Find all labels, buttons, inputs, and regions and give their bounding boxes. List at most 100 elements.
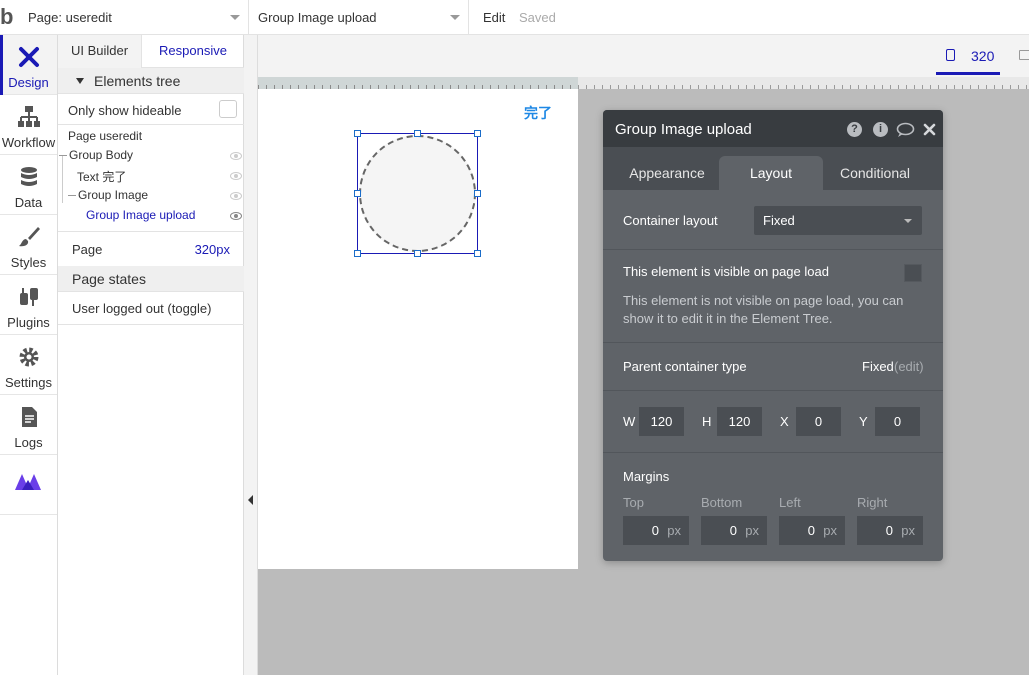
resize-handle[interactable] bbox=[474, 250, 481, 257]
resize-handle[interactable] bbox=[354, 190, 361, 197]
nav-styles[interactable]: Styles bbox=[0, 215, 57, 275]
nav-data[interactable]: Data bbox=[0, 155, 57, 215]
eye-icon[interactable] bbox=[230, 172, 242, 180]
page-selector[interactable]: Page: useredit bbox=[20, 0, 249, 35]
help-icon[interactable]: ? bbox=[847, 122, 862, 137]
resize-handle[interactable] bbox=[474, 190, 481, 197]
nav-design-label: Design bbox=[8, 75, 49, 90]
margins-label: Margins bbox=[623, 469, 670, 484]
tree-connector bbox=[62, 155, 63, 203]
margin-top-label: Top bbox=[623, 495, 644, 510]
close-icon[interactable] bbox=[923, 123, 936, 136]
container-layout-row: Container layout Fixed bbox=[603, 190, 943, 250]
x-input[interactable]: 0 bbox=[796, 407, 841, 436]
resize-handle[interactable] bbox=[414, 250, 421, 257]
x-label: X bbox=[780, 414, 789, 429]
margins-section: Margins Top Bottom Left Right 0 px 0 px … bbox=[603, 453, 943, 561]
tree-item-group-image-upload[interactable]: Group Image upload bbox=[86, 208, 195, 222]
element-selector-label: Group Image upload bbox=[258, 10, 377, 25]
edit-menu[interactable]: Edit bbox=[483, 10, 505, 25]
elements-tree-header[interactable]: Elements tree bbox=[58, 68, 244, 94]
gear-icon bbox=[19, 347, 39, 367]
page-ruler-segment bbox=[258, 77, 578, 89]
resize-handle[interactable] bbox=[414, 130, 421, 137]
tree-item-page[interactable]: Page useredit bbox=[68, 129, 142, 143]
page-selector-label: Page: useredit bbox=[28, 10, 112, 25]
tab-conditional[interactable]: Conditional bbox=[823, 156, 927, 190]
elements-panel: UI Builder Responsive Elements tree Only… bbox=[58, 35, 244, 675]
nav-logo[interactable] bbox=[0, 455, 57, 515]
height-input[interactable]: 120 bbox=[717, 407, 762, 436]
only-show-hideable-label: Only show hideable bbox=[68, 103, 182, 118]
chevron-down-icon bbox=[230, 15, 240, 20]
resize-handle[interactable] bbox=[354, 130, 361, 137]
margin-top-input[interactable]: 0 px bbox=[623, 516, 689, 545]
tree-item-group-body[interactable]: Group Body bbox=[69, 148, 133, 162]
tree-item-text[interactable]: Text 完了 bbox=[77, 168, 126, 185]
resize-handle[interactable] bbox=[354, 250, 361, 257]
width-label: W bbox=[623, 414, 636, 429]
save-status: Saved bbox=[519, 10, 556, 25]
workflow-icon bbox=[18, 106, 40, 127]
bubble-logo: b bbox=[0, 4, 14, 29]
page-state-label: User logged out (toggle) bbox=[72, 301, 212, 316]
device-width-tab[interactable]: 320 bbox=[936, 35, 1000, 75]
tab-appearance[interactable]: Appearance bbox=[615, 156, 719, 190]
nav-settings-label: Settings bbox=[5, 375, 52, 390]
eye-icon[interactable] bbox=[230, 192, 242, 200]
done-text-element[interactable]: 完了 bbox=[524, 103, 552, 123]
page-width-value[interactable]: 320px bbox=[195, 242, 230, 257]
page-states-header: Page states bbox=[58, 266, 244, 292]
tree-item-group-image[interactable]: Group Image bbox=[78, 188, 148, 202]
eye-icon[interactable] bbox=[230, 152, 242, 160]
only-show-hideable-checkbox[interactable] bbox=[219, 100, 237, 118]
margin-left-input[interactable]: 0 px bbox=[779, 516, 845, 545]
margin-left-value: 0 bbox=[807, 523, 815, 538]
nav-design[interactable]: Design bbox=[0, 35, 57, 95]
parent-type-value: Fixed bbox=[862, 359, 894, 374]
property-editor-tabs: Appearance Layout Conditional bbox=[603, 147, 943, 190]
property-editor-header[interactable]: Group Image upload ? i bbox=[603, 110, 943, 147]
group-image-selection[interactable] bbox=[354, 130, 481, 257]
nav-settings[interactable]: Settings bbox=[0, 335, 57, 395]
page-preview[interactable]: 完了 bbox=[258, 89, 578, 569]
element-selector[interactable]: Group Image upload bbox=[249, 0, 469, 35]
main-nav-sidebar: Design Workflow Data Styles Plugins Sett… bbox=[0, 35, 58, 675]
tab-layout[interactable]: Layout bbox=[719, 156, 823, 190]
margin-bottom-input[interactable]: 0 px bbox=[701, 516, 767, 545]
container-layout-dropdown[interactable]: Fixed bbox=[754, 206, 922, 235]
visible-on-load-checkbox[interactable] bbox=[904, 264, 922, 282]
nav-data-label: Data bbox=[14, 195, 43, 210]
nav-logs[interactable]: Logs bbox=[0, 395, 57, 455]
triangle-down-icon bbox=[76, 78, 84, 84]
comment-icon[interactable] bbox=[896, 122, 915, 137]
page-width-row: Page 320px bbox=[58, 231, 244, 266]
margin-bottom-label: Bottom bbox=[701, 495, 743, 510]
resize-handle[interactable] bbox=[474, 130, 481, 137]
tab-ui-builder[interactable]: UI Builder bbox=[58, 35, 142, 68]
tab-responsive[interactable]: Responsive bbox=[142, 35, 244, 68]
device-width-value: 320 bbox=[971, 48, 995, 64]
margin-right-input[interactable]: 0 px bbox=[857, 516, 923, 545]
visibility-row: This element is visible on page load Thi… bbox=[603, 250, 943, 343]
y-input[interactable]: 0 bbox=[875, 407, 920, 436]
page-state-item[interactable]: User logged out (toggle) bbox=[58, 292, 244, 325]
image-uploader-element[interactable] bbox=[359, 135, 476, 252]
property-editor-title: Group Image upload bbox=[615, 121, 752, 138]
margin-right-label: Right bbox=[857, 495, 888, 510]
parent-container-row: Parent container type Fixed (edit) bbox=[603, 343, 943, 391]
chevron-down-icon bbox=[450, 15, 460, 20]
nav-workflow[interactable]: Workflow bbox=[0, 95, 57, 155]
width-input[interactable]: 120 bbox=[639, 407, 684, 436]
panel-collapse-strip[interactable] bbox=[244, 35, 258, 675]
margin-left-label: Left bbox=[779, 495, 801, 510]
monitor-icon[interactable] bbox=[1019, 50, 1029, 60]
eye-icon[interactable] bbox=[230, 212, 242, 220]
nav-logs-label: Logs bbox=[14, 435, 43, 450]
margin-bottom-unit: px bbox=[745, 523, 759, 538]
top-bar: b Page: useredit Group Image upload Edit… bbox=[0, 0, 1029, 35]
parent-type-edit-link[interactable]: (edit) bbox=[894, 359, 924, 374]
tree-connector bbox=[68, 195, 76, 196]
info-icon[interactable]: i bbox=[873, 122, 888, 137]
nav-plugins[interactable]: Plugins bbox=[0, 275, 57, 335]
